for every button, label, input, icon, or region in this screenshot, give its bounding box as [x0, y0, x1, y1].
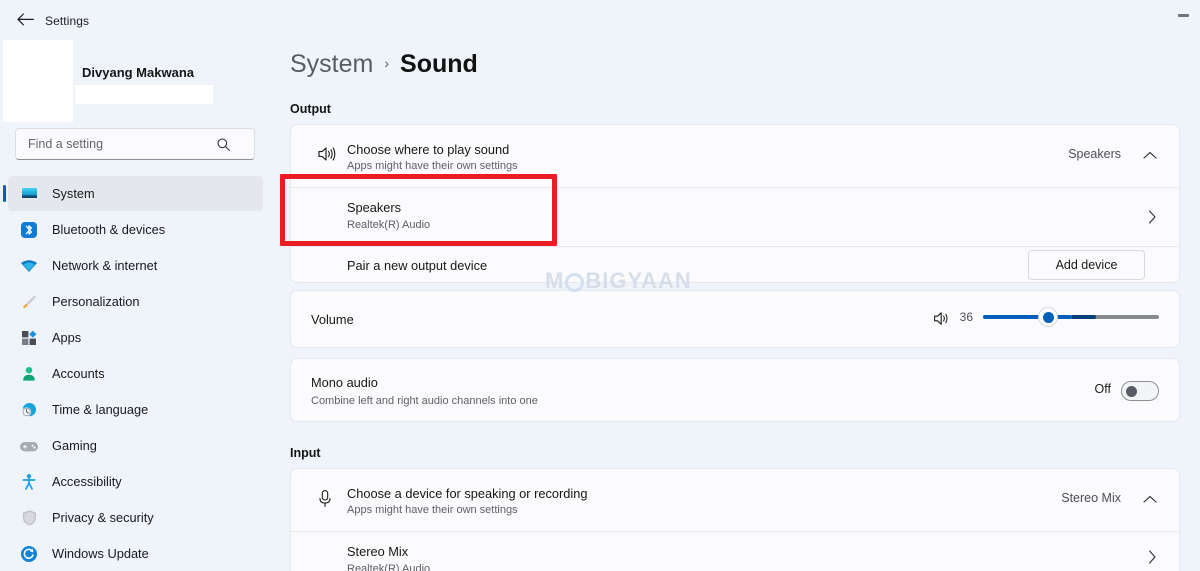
input-device-stereomix-row[interactable]: Stereo Mix Realtek(R) Audio	[291, 532, 1179, 571]
volume-slider-group: 36	[951, 307, 1159, 327]
account-name: Divyang Makwana	[82, 65, 194, 80]
monitor-icon	[18, 183, 40, 205]
add-device-button[interactable]: Add device	[1028, 250, 1145, 280]
chevron-right-icon[interactable]	[1148, 210, 1157, 224]
watermark-logo-icon	[565, 272, 585, 292]
slider-thumb[interactable]	[1038, 307, 1058, 327]
sidebar-item-privacy-security[interactable]: Privacy & security	[8, 500, 263, 535]
title-bar: Settings	[0, 0, 1200, 36]
pair-output-device-row: Pair a new output device Add device	[291, 247, 1179, 282]
row-subtitle: Realtek(R) Audio	[347, 563, 431, 571]
sidebar-item-personalization[interactable]: Personalization	[8, 284, 263, 319]
row-subtitle: Apps might have their own settings	[347, 504, 518, 516]
main-content: System › Sound Output Choose where to pl…	[270, 36, 1200, 571]
watermark: M BIGYAAN	[545, 268, 692, 294]
sidebar-item-time-language[interactable]: Time & language	[8, 392, 263, 427]
slider-fill	[983, 315, 1072, 319]
sidebar-item-label: System	[52, 186, 95, 201]
page-title: Sound	[400, 50, 478, 78]
volume-value: 36	[959, 310, 973, 324]
chevron-up-icon[interactable]	[1143, 495, 1157, 504]
slider-fill-secondary	[1072, 315, 1096, 319]
person-icon	[18, 363, 40, 385]
mono-audio-state-label: Off	[1094, 382, 1111, 396]
search-box[interactable]	[15, 128, 255, 160]
input-device-value: Stereo Mix	[1061, 491, 1121, 505]
row-subtitle: Realtek(R) Audio	[347, 219, 431, 231]
row-title: Speakers	[347, 200, 402, 215]
wifi-icon	[18, 255, 40, 277]
choose-output-device-row[interactable]: Choose where to play sound Apps might ha…	[291, 125, 1179, 187]
chevron-right-icon[interactable]	[1148, 550, 1157, 564]
sidebar-item-label: Network & internet	[52, 258, 158, 273]
settings-window: Settings Divyang Makwana Find a setting …	[0, 0, 1200, 571]
input-device-card: Choose a device for speaking or recordin…	[290, 468, 1180, 571]
paintbrush-icon	[18, 291, 40, 313]
sidebar: Divyang Makwana Find a setting System Bl…	[0, 36, 270, 571]
refresh-circle-icon	[18, 543, 40, 565]
sidebar-item-gaming[interactable]: Gaming	[8, 428, 263, 463]
volume-slider[interactable]	[983, 307, 1159, 327]
row-title: Pair a new output device	[347, 258, 488, 273]
mono-audio-label: Mono audio	[311, 375, 378, 390]
output-device-speakers-row[interactable]: Speakers Realtek(R) Audio	[291, 188, 1179, 246]
watermark-text-2: BIGYAAN	[585, 268, 692, 293]
sidebar-item-label: Time & language	[52, 402, 149, 417]
sidebar-item-system[interactable]: System	[3, 176, 263, 211]
sidebar-item-label: Windows Update	[52, 546, 149, 561]
sidebar-item-label: Privacy & security	[52, 510, 154, 525]
volume-card: Volume 36	[290, 290, 1180, 348]
account-email-redacted	[75, 85, 213, 104]
sidebar-item-bluetooth-devices[interactable]: Bluetooth & devices	[8, 212, 263, 247]
search-input[interactable]	[28, 137, 214, 151]
apps-grid-icon	[18, 327, 40, 349]
sidebar-item-accounts[interactable]: Accounts	[8, 356, 263, 391]
speaker-icon	[317, 145, 337, 163]
window-title: Settings	[45, 14, 90, 28]
shield-icon	[18, 507, 40, 529]
clock-globe-icon	[18, 399, 40, 421]
sidebar-item-network-internet[interactable]: Network & internet	[8, 248, 263, 283]
breadcrumb: System › Sound	[290, 50, 478, 79]
sidebar-item-apps[interactable]: Apps	[8, 320, 263, 355]
sidebar-item-windows-update[interactable]: Windows Update	[8, 536, 263, 571]
output-device-value: Speakers	[1068, 147, 1121, 161]
sidebar-item-label: Accounts	[52, 366, 105, 381]
sidebar-item-label: Accessibility	[52, 474, 122, 489]
mono-audio-toggle[interactable]	[1121, 381, 1159, 401]
avatar[interactable]	[3, 40, 73, 122]
bluetooth-icon	[18, 219, 40, 241]
mono-audio-card: Mono audio Combine left and right audio …	[290, 358, 1180, 422]
row-title: Choose a device for speaking or recordin…	[347, 486, 588, 501]
chevron-up-icon[interactable]	[1143, 151, 1157, 160]
output-section-label: Output	[290, 102, 331, 116]
breadcrumb-separator-icon: ›	[384, 55, 390, 71]
gamepad-icon	[18, 435, 40, 457]
sidebar-nav: System Bluetooth & devices Network & int…	[3, 176, 263, 571]
selection-indicator	[3, 185, 6, 202]
choose-input-device-row[interactable]: Choose a device for speaking or recordin…	[291, 469, 1179, 531]
sidebar-item-label: Gaming	[52, 438, 97, 453]
row-title: Choose where to play sound	[347, 142, 510, 157]
mono-audio-subtitle: Combine left and right audio channels in…	[311, 395, 538, 407]
sidebar-item-label: Personalization	[52, 294, 140, 309]
watermark-text-1: M	[545, 268, 565, 293]
sidebar-item-label: Bluetooth & devices	[52, 222, 166, 237]
microphone-icon	[317, 489, 333, 508]
row-subtitle: Apps might have their own settings	[347, 160, 518, 172]
output-device-card: Choose where to play sound Apps might ha…	[290, 124, 1180, 283]
accessibility-person-icon	[18, 471, 40, 493]
sidebar-item-label: Apps	[52, 330, 82, 345]
back-arrow-icon[interactable]	[10, 8, 40, 30]
breadcrumb-parent[interactable]: System	[290, 50, 373, 79]
input-section-label: Input	[290, 446, 321, 460]
minimize-button[interactable]	[1172, 6, 1194, 24]
row-title: Stereo Mix	[347, 544, 409, 559]
sidebar-item-accessibility[interactable]: Accessibility	[8, 464, 263, 499]
search-icon	[216, 137, 231, 152]
speaker-icon[interactable]	[933, 310, 951, 327]
volume-label: Volume	[311, 312, 354, 327]
